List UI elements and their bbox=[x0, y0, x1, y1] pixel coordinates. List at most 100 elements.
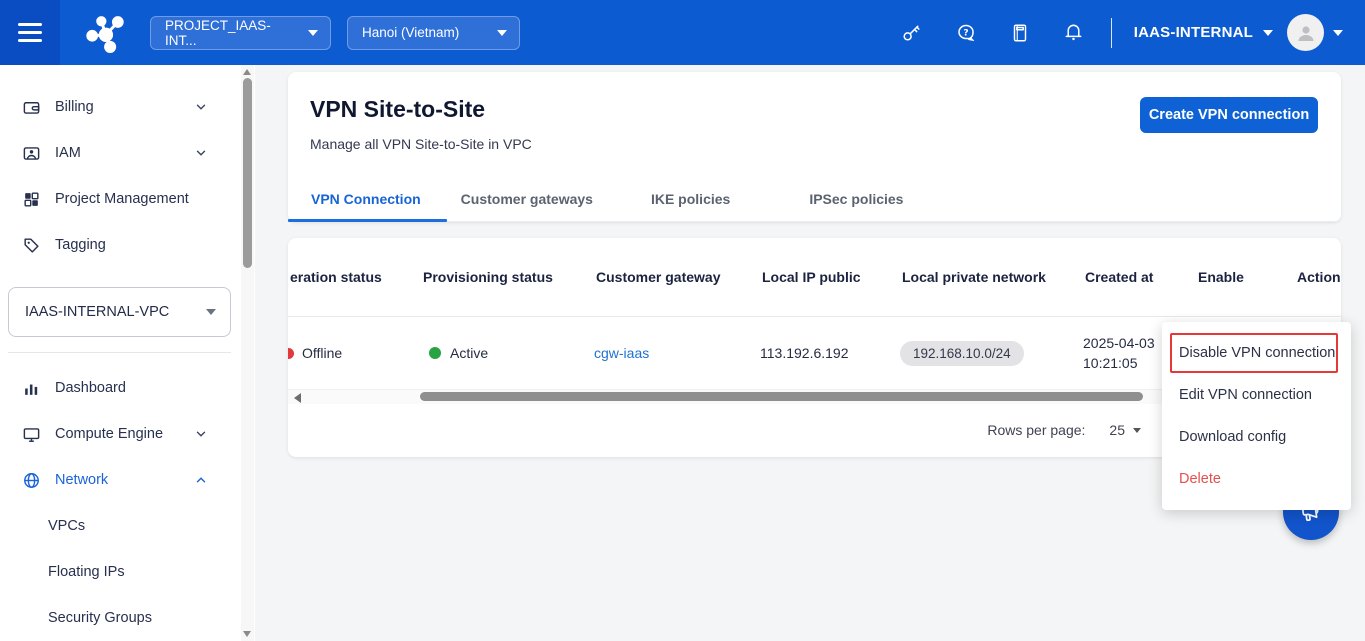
api-key-button[interactable] bbox=[885, 13, 939, 53]
table-header-row: eration status Provisioning status Custo… bbox=[288, 238, 1341, 317]
menu-item-edit-vpn-connection[interactable]: Edit VPN connection bbox=[1162, 374, 1351, 416]
tag-icon bbox=[22, 236, 42, 255]
chevron-up-icon bbox=[194, 473, 208, 487]
tab-ike-policies[interactable]: IKE policies bbox=[651, 191, 730, 207]
caret-down-icon bbox=[308, 30, 318, 41]
provisioning-status-value: Active bbox=[450, 345, 488, 361]
help-button[interactable]: ? bbox=[939, 13, 993, 53]
sidebar-item-compute-engine[interactable]: Compute Engine bbox=[0, 411, 240, 457]
bell-icon bbox=[1062, 21, 1085, 44]
caret-down-icon bbox=[206, 309, 216, 320]
sidebar-item-project-management[interactable]: Project Management bbox=[0, 176, 240, 222]
monitor-icon bbox=[22, 425, 42, 444]
sidebar-item-label: Floating IPs bbox=[48, 564, 125, 580]
sidebar-item-vpcs[interactable]: VPCs bbox=[0, 503, 240, 549]
scroll-up-icon[interactable] bbox=[243, 69, 251, 75]
rows-per-page-label: Rows per page: bbox=[987, 422, 1085, 438]
col-enable: Enable bbox=[1196, 269, 1295, 285]
user-menu[interactable] bbox=[1287, 14, 1343, 51]
tenant-menu[interactable]: IAAS-INTERNAL bbox=[1126, 24, 1287, 41]
local-ip-public-cell: 113.192.6.192 bbox=[760, 345, 900, 361]
customer-gateway-link[interactable]: cgw-iaas bbox=[594, 345, 649, 361]
sidebar-scrollbar-thumb[interactable] bbox=[243, 78, 252, 268]
region-selector-value: Hanoi (Vietnam) bbox=[362, 25, 459, 40]
caret-down-icon bbox=[1333, 30, 1343, 41]
tab-vpn-connection[interactable]: VPN Connection bbox=[311, 191, 421, 207]
sidebar-item-label: IAM bbox=[55, 145, 81, 161]
project-selector[interactable]: PROJECT_IAAS-INT... bbox=[150, 16, 331, 50]
key-icon bbox=[900, 21, 923, 44]
col-customer-gateway: Customer gateway bbox=[594, 269, 760, 285]
menu-item-delete[interactable]: Delete bbox=[1162, 458, 1351, 500]
sidebar-item-label: Compute Engine bbox=[55, 426, 163, 442]
sidebar-item-dashboard[interactable]: Dashboard bbox=[0, 365, 240, 411]
offline-status-icon bbox=[288, 348, 294, 359]
sidebar-item-security-groups[interactable]: Security Groups bbox=[0, 595, 240, 641]
local-private-network-cell: 192.168.10.0/24 bbox=[900, 341, 1083, 366]
help-chat-icon: ? bbox=[954, 21, 978, 45]
bar-chart-icon bbox=[22, 379, 42, 398]
caret-down-icon bbox=[1133, 428, 1141, 437]
docs-icon bbox=[1009, 22, 1031, 44]
sidebar-item-label: VPCs bbox=[48, 518, 85, 534]
sidebar: Billing IAM Project Management bbox=[0, 65, 255, 641]
documentation-button[interactable] bbox=[993, 13, 1047, 53]
scroll-left-icon[interactable] bbox=[294, 393, 301, 403]
sidebar-item-billing[interactable]: Billing bbox=[0, 84, 240, 130]
tab-bar: VPN Connection Customer gateways IKE pol… bbox=[288, 176, 1341, 222]
sidebar-item-tagging[interactable]: Tagging bbox=[0, 222, 240, 268]
notifications-button[interactable] bbox=[1047, 13, 1101, 53]
col-created-at: Created at bbox=[1083, 269, 1196, 285]
grid-icon bbox=[22, 190, 42, 209]
sidebar-item-label: Network bbox=[55, 472, 108, 488]
active-tab-indicator bbox=[288, 219, 447, 222]
navbar-actions: ? IAAS-INTERNAL bbox=[885, 13, 1365, 53]
region-selector[interactable]: Hanoi (Vietnam) bbox=[347, 16, 520, 50]
horizontal-scrollbar-thumb[interactable] bbox=[420, 392, 1143, 401]
sidebar-item-iam[interactable]: IAM bbox=[0, 130, 240, 176]
hamburger-icon bbox=[18, 23, 42, 26]
operation-status-cell: Offline bbox=[288, 345, 421, 361]
chevron-down-icon bbox=[194, 146, 208, 160]
col-provisioning-status: Provisioning status bbox=[421, 269, 594, 285]
sidebar-item-network[interactable]: Network bbox=[0, 457, 240, 503]
col-action: Action bbox=[1295, 269, 1341, 285]
col-local-ip-public: Local IP public bbox=[760, 269, 900, 285]
menu-item-disable-vpn-connection[interactable]: Disable VPN connection bbox=[1162, 332, 1351, 374]
tenant-label: IAAS-INTERNAL bbox=[1134, 24, 1253, 41]
caret-down-icon bbox=[1263, 30, 1273, 41]
vpc-selector[interactable]: IAAS-INTERNAL-VPC bbox=[8, 287, 231, 337]
avatar-icon bbox=[1294, 21, 1318, 45]
id-card-icon bbox=[22, 144, 42, 163]
customer-gateway-cell: cgw-iaas bbox=[594, 345, 760, 361]
operation-status-value: Offline bbox=[302, 345, 342, 361]
sidebar-scrollbar[interactable] bbox=[241, 65, 254, 641]
provisioning-status-cell: Active bbox=[421, 345, 594, 361]
tab-ipsec-policies[interactable]: IPSec policies bbox=[809, 191, 903, 207]
page-title: VPN Site-to-Site bbox=[310, 96, 485, 123]
navbar-divider bbox=[1111, 18, 1112, 48]
scroll-down-icon[interactable] bbox=[243, 631, 251, 637]
create-vpn-connection-button[interactable]: Create VPN connection bbox=[1140, 97, 1318, 133]
menu-toggle-button[interactable] bbox=[0, 0, 60, 65]
network-chip: 192.168.10.0/24 bbox=[900, 341, 1024, 366]
created-at-value: 2025-04-03 10:21:05 bbox=[1083, 333, 1155, 373]
tab-customer-gateways[interactable]: Customer gateways bbox=[461, 191, 593, 207]
chevron-down-icon bbox=[194, 100, 208, 114]
chevron-down-icon bbox=[194, 427, 208, 441]
sidebar-item-label: Project Management bbox=[55, 191, 189, 207]
sidebar-item-label: Security Groups bbox=[48, 610, 152, 626]
page-subtitle: Manage all VPN Site-to-Site in VPC bbox=[310, 136, 532, 152]
rows-per-page-select[interactable]: 25 bbox=[1109, 422, 1141, 438]
sidebar-divider bbox=[8, 352, 231, 353]
rows-per-page-value: 25 bbox=[1109, 422, 1125, 438]
svg-text:?: ? bbox=[963, 28, 968, 38]
col-operation-status: eration status bbox=[288, 269, 421, 285]
app-logo-icon bbox=[60, 11, 150, 55]
sidebar-item-label: Dashboard bbox=[55, 380, 126, 396]
col-local-private-network: Local private network bbox=[900, 269, 1083, 285]
wallet-icon bbox=[22, 98, 42, 117]
sidebar-item-label: Billing bbox=[55, 99, 94, 115]
menu-item-download-config[interactable]: Download config bbox=[1162, 416, 1351, 458]
sidebar-item-floating-ips[interactable]: Floating IPs bbox=[0, 549, 240, 595]
